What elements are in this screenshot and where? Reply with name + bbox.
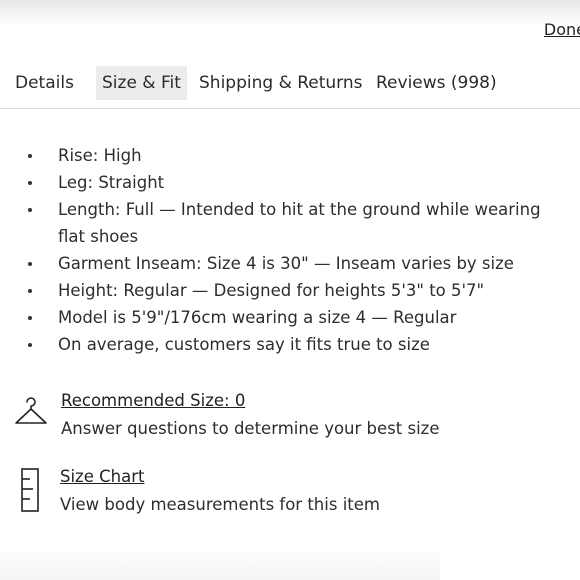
bullet-icon — [28, 154, 32, 158]
list-item: Model is 5'9"/176cm wearing a size 4 — R… — [0, 304, 580, 331]
size-chart-subtitle: View body measurements for this item — [60, 495, 380, 514]
bullet-icon — [28, 181, 32, 185]
bullet-icon — [28, 208, 32, 212]
hanger-icon — [13, 394, 49, 434]
tab-size-and-fit[interactable]: Size & Fit — [96, 66, 187, 100]
bullet-icon — [28, 343, 32, 347]
recommended-size-link[interactable]: Recommended Size: 0 — [61, 391, 245, 410]
list-item: Rise: High — [0, 142, 580, 169]
fit-detail-text: Height: Regular — Designed for heights 5… — [58, 281, 485, 300]
list-item: Leg: Straight — [0, 169, 580, 196]
tab-bar: Details Size & Fit Shipping & Returns Re… — [0, 66, 580, 108]
fit-detail-text: Leg: Straight — [58, 173, 165, 192]
bullet-icon — [28, 262, 32, 266]
tab-reviews[interactable]: Reviews (998) — [376, 66, 497, 100]
list-item: Garment Inseam: Size 4 is 30" — Inseam v… — [0, 250, 580, 277]
size-chart-link[interactable]: Size Chart — [60, 467, 144, 486]
bottom-shade — [0, 548, 440, 580]
done-button[interactable]: Done — [544, 20, 580, 39]
tab-shipping-and-returns[interactable]: Shipping & Returns — [199, 66, 363, 100]
recommended-size-subtitle: Answer questions to determine your best … — [61, 419, 440, 438]
recommended-size-section: Recommended Size: 0 Answer questions to … — [0, 388, 580, 448]
fit-detail-text: Length: Full — Intended to hit at the gr… — [58, 200, 541, 246]
fit-detail-text: On average, customers say it fits true t… — [58, 335, 430, 354]
tab-divider — [0, 108, 580, 109]
top-bar — [0, 0, 580, 26]
fit-detail-text: Rise: High — [58, 146, 142, 165]
list-item: Height: Regular — Designed for heights 5… — [0, 277, 580, 304]
size-chart-section: Size Chart View body measurements for th… — [0, 464, 580, 524]
bullet-icon — [28, 289, 32, 293]
list-item: Length: Full — Intended to hit at the gr… — [0, 196, 580, 250]
list-item: On average, customers say it fits true t… — [0, 331, 580, 358]
fit-detail-text: Garment Inseam: Size 4 is 30" — Inseam v… — [58, 254, 514, 273]
fit-detail-text: Model is 5'9"/176cm wearing a size 4 — R… — [58, 308, 457, 327]
fit-details-list: Rise: High Leg: Straight Length: Full — … — [0, 142, 580, 358]
bullet-icon — [28, 316, 32, 320]
tab-details[interactable]: Details — [15, 66, 74, 100]
ruler-icon — [19, 468, 41, 516]
